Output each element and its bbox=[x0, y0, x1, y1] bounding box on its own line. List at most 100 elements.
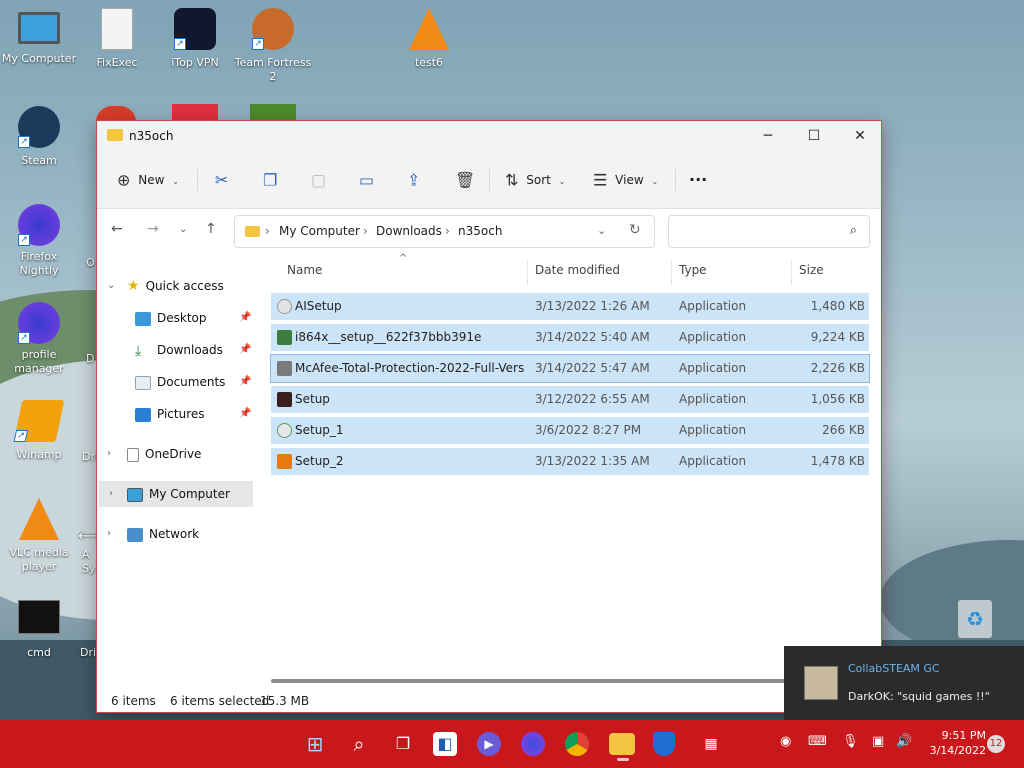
search-icon[interactable]: ⌕ bbox=[345, 730, 373, 758]
up-arrow-icon[interactable]: ↑ bbox=[205, 221, 217, 237]
notification-toast[interactable]: CollabSTEAM GC DarkOK: "squid games !!" bbox=[784, 646, 1024, 720]
nav-quick-access[interactable]: ⌄ ★ Quick access bbox=[97, 273, 255, 299]
table-row[interactable]: Setup 3/12/2022 6:55 AM Application 1,05… bbox=[271, 386, 869, 413]
desktop-icon-test6[interactable]: test6 bbox=[390, 8, 468, 70]
nav-network[interactable]: › Network bbox=[97, 521, 255, 547]
desktop-icon-itop-vpn[interactable]: ↗ iTop VPN bbox=[156, 8, 234, 70]
address-dropdown-chevron-icon[interactable]: ⌄ bbox=[597, 224, 606, 237]
table-row[interactable]: Setup_1 3/6/2022 8:27 PM Application 266… bbox=[271, 417, 869, 444]
column-header-size[interactable]: Size bbox=[799, 263, 824, 277]
desktop-icon-cmd[interactable]: cmd bbox=[0, 600, 78, 660]
copy-icon: ❐ bbox=[263, 170, 278, 190]
breadcrumb-downloads[interactable]: Downloads bbox=[376, 224, 442, 238]
partial-desktop-icon[interactable] bbox=[172, 104, 218, 120]
sort-button[interactable]: ⇅ Sort ⌄ bbox=[505, 165, 565, 195]
desktop-icon-team-fortress-2[interactable]: ↗ Team Fortress 2 bbox=[234, 8, 312, 84]
pin-icon[interactable]: 📌 bbox=[239, 369, 251, 395]
forward-arrow-icon[interactable]: → bbox=[147, 221, 159, 237]
shortcut-arrow-icon: ↗ bbox=[18, 136, 30, 148]
file-name: Setup_1 bbox=[295, 423, 344, 437]
file-explorer-taskbar-icon[interactable] bbox=[609, 733, 635, 761]
column-header-name[interactable]: Name bbox=[287, 263, 322, 277]
pin-icon[interactable]: 📌 bbox=[239, 305, 251, 331]
refresh-icon[interactable]: ↻ bbox=[629, 222, 641, 238]
steam-tray-icon[interactable]: ◉ bbox=[780, 734, 791, 749]
notification-count-badge[interactable]: 12 bbox=[987, 735, 1005, 753]
file-size: 1,478 KB bbox=[810, 454, 865, 468]
recent-locations-chevron-icon[interactable]: ⌄ bbox=[179, 224, 187, 235]
file-size: 9,224 KB bbox=[810, 330, 865, 344]
tf2-logo-icon: ↗ bbox=[252, 8, 294, 50]
widgets-icon[interactable]: ◧ bbox=[433, 732, 457, 756]
command-bar: ⊕ New ⌄ ✂ ❐ ▢ ▭ ⇪ 🗑 ⇅ Sort ⌄ ☰ View ⌄ ··… bbox=[97, 151, 881, 209]
chevron-down-icon[interactable]: ⌄ bbox=[107, 273, 115, 299]
column-header-date[interactable]: Date modified bbox=[535, 263, 620, 277]
teams-chat-icon[interactable]: ▶ bbox=[477, 732, 501, 756]
column-header-type[interactable]: Type bbox=[679, 263, 707, 277]
file-name: AISetup bbox=[295, 299, 342, 313]
chevron-right-icon[interactable]: › bbox=[107, 521, 111, 547]
sort-indicator-icon: ^ bbox=[399, 253, 408, 264]
nav-item-pictures[interactable]: Pictures 📌 bbox=[97, 401, 255, 427]
close-button[interactable]: ✕ bbox=[837, 121, 883, 151]
view-button[interactable]: ☰ View ⌄ bbox=[593, 165, 658, 195]
maximize-button[interactable]: ☐ bbox=[791, 121, 837, 151]
paste-button[interactable]: ▢ bbox=[311, 165, 326, 195]
table-row[interactable]: AISetup 3/13/2022 1:26 AM Application 1,… bbox=[271, 293, 869, 320]
back-arrow-icon[interactable]: ← bbox=[111, 221, 123, 237]
desktop-icon-vlc[interactable]: VLC media player bbox=[0, 498, 78, 574]
chevron-right-icon[interactable]: › bbox=[107, 441, 111, 467]
task-view-icon[interactable]: ❐ bbox=[389, 730, 417, 758]
share-button[interactable]: ⇪ bbox=[407, 165, 420, 195]
cut-button[interactable]: ✂ bbox=[215, 165, 228, 195]
network-status-icon[interactable]: ▣ bbox=[872, 734, 884, 749]
table-row[interactable]: i864x__setup__622f37bbb391e 3/14/2022 5:… bbox=[271, 324, 869, 351]
search-input[interactable]: ⌕ bbox=[668, 215, 870, 248]
address-bar[interactable]: › My Computer › Downloads › n35och ⌄ ↻ bbox=[234, 215, 655, 248]
chrome-icon[interactable] bbox=[565, 732, 589, 756]
nav-item-documents[interactable]: Documents 📌 bbox=[97, 369, 255, 395]
start-windows-icon[interactable]: ⊞ bbox=[301, 730, 329, 758]
table-row[interactable]: Setup_2 3/13/2022 1:35 AM Application 1,… bbox=[271, 448, 869, 475]
firefox-icon[interactable] bbox=[521, 732, 545, 756]
nav-onedrive[interactable]: › OneDrive bbox=[97, 441, 255, 467]
desktop-icon-winamp[interactable]: ↗ Winamp bbox=[0, 400, 78, 462]
title-bar[interactable]: n35och ─ ☐ ✕ bbox=[97, 121, 881, 151]
star-icon: ★ bbox=[127, 278, 140, 294]
volume-icon[interactable]: 🔊 bbox=[896, 734, 912, 749]
minimize-button[interactable]: ─ bbox=[745, 121, 791, 151]
nav-item-downloads[interactable]: ⤓ Downloads 📌 bbox=[97, 337, 255, 363]
breadcrumb-chevron-icon: › bbox=[445, 224, 450, 238]
new-button[interactable]: ⊕ New ⌄ bbox=[117, 165, 179, 195]
network-tool-icon[interactable]: ▦ bbox=[697, 730, 725, 758]
file-date: 3/12/2022 6:55 AM bbox=[535, 392, 650, 406]
desktop-icon-steam[interactable]: ↗ Steam bbox=[0, 106, 78, 168]
desktop-icon-label: Firefox Nightly bbox=[19, 250, 59, 277]
desktop-icon-profile-manager[interactable]: ↗ profile manager bbox=[0, 302, 78, 376]
pin-icon[interactable]: 📌 bbox=[239, 337, 251, 363]
copy-button[interactable]: ❐ bbox=[263, 165, 277, 195]
table-row[interactable]: McAfee-Total-Protection-2022-Full-Versi.… bbox=[270, 354, 870, 383]
breadcrumb-n35och[interactable]: n35och bbox=[458, 224, 502, 238]
desktop-icon-firefox-nightly[interactable]: ↗ Firefox Nightly bbox=[0, 204, 78, 278]
nav-my-computer[interactable]: › My Computer bbox=[99, 481, 253, 507]
partial-desktop-icon[interactable] bbox=[250, 104, 296, 120]
recycle-bin-icon[interactable]: ♻ bbox=[958, 600, 992, 638]
taskbar-clock[interactable]: 9:51 PM 3/14/2022 bbox=[916, 728, 986, 758]
windows-security-icon[interactable] bbox=[653, 732, 675, 756]
pin-icon[interactable]: 📌 bbox=[239, 401, 251, 427]
setup-app-icon bbox=[277, 454, 292, 469]
breadcrumb-my-computer[interactable]: My Computer bbox=[279, 224, 360, 238]
desktop-icon-fixexec[interactable]: FixExec bbox=[78, 8, 156, 70]
more-options-button[interactable]: ··· bbox=[689, 165, 707, 195]
microphone-icon[interactable]: 🎙 bbox=[842, 734, 859, 749]
view-list-icon: ☰ bbox=[593, 170, 608, 190]
keyboard-icon[interactable]: ⌨ bbox=[808, 734, 827, 749]
delete-button[interactable]: 🗑 bbox=[455, 165, 475, 195]
chevron-right-icon[interactable]: › bbox=[109, 481, 113, 507]
nav-item-label: Pictures bbox=[157, 407, 205, 421]
rename-button[interactable]: ▭ bbox=[359, 165, 374, 195]
nav-item-desktop[interactable]: Desktop 📌 bbox=[97, 305, 255, 331]
desktop-icon-my-computer[interactable]: My Computer bbox=[0, 8, 78, 66]
file-list: ^ Name Date modified Type Size AISetup 3… bbox=[270, 253, 875, 693]
